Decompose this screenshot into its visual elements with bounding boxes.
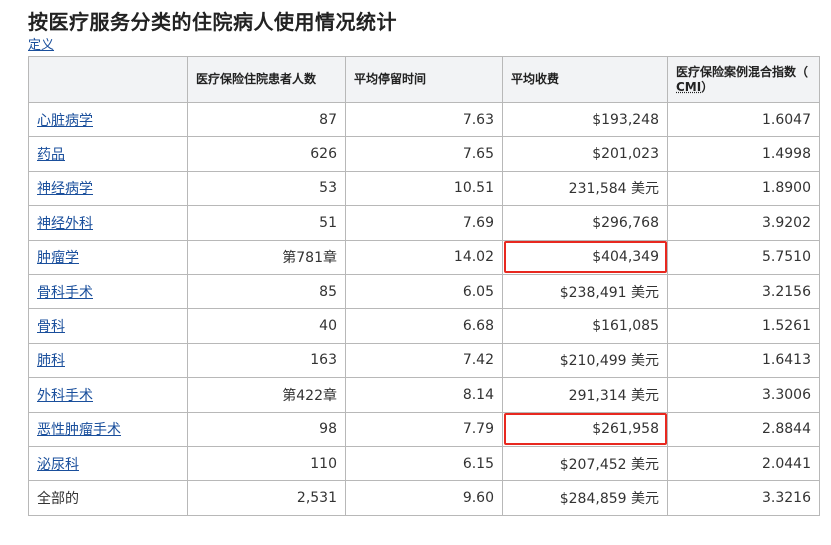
category-link[interactable]: 肺科: [37, 353, 65, 369]
category-cell: 心脏病学: [28, 101, 188, 138]
table-row: 神经外科 51 7.69 $296,768 3.9202: [28, 205, 820, 241]
utilization-table: 医疗保险住院患者人数 平均停留时间 平均收费 医疗保险案例混合指数（ CMI） 心…: [28, 56, 820, 516]
avg-charge-cell: 231,584 美元: [502, 170, 668, 207]
avg-charge-cell: $238,491 美元: [502, 273, 668, 310]
category-cell: 恶性肿瘤手术: [28, 411, 188, 447]
table-row: 恶性肿瘤手术 98 7.79 $261,958 2.8844: [28, 411, 820, 447]
avg-stay-cell: 7.63: [345, 101, 503, 138]
definition-link[interactable]: 定义: [28, 34, 54, 53]
patients-cell: 110: [187, 445, 346, 482]
category-cell: 骨科手术: [28, 273, 188, 310]
category-link[interactable]: 外科手术: [37, 388, 93, 404]
avg-stay-cell: 7.79: [345, 411, 503, 447]
cmi-cell: 1.4998: [667, 136, 820, 172]
table-row: 骨科手术 85 6.05 $238,491 美元 3.2156: [28, 273, 820, 310]
patients-cell: 85: [187, 273, 346, 310]
header-cmi-text: 医疗保险案例混合指数（: [676, 64, 809, 79]
category-cell: 肺科: [28, 342, 188, 379]
avg-charge-cell: $201,023: [502, 136, 668, 172]
table-row: 泌尿科 110 6.15 $207,452 美元 2.0441: [28, 445, 820, 482]
category-link[interactable]: 肿瘤学: [37, 250, 79, 266]
patients-cell: 51: [187, 205, 346, 241]
avg-stay-cell: 6.05: [345, 273, 503, 310]
table-row: 外科手术 第422章 8.14 291,314 美元 3.3006: [28, 377, 820, 413]
avg-charge-cell: $284,859 美元: [502, 480, 668, 516]
avg-stay-cell: 7.69: [345, 205, 503, 241]
category-cell: 药品: [28, 136, 188, 172]
patients-cell: 163: [187, 342, 346, 379]
header-avg-charge: 平均收费: [502, 56, 668, 103]
avg-stay-cell: 6.15: [345, 445, 503, 482]
header-patients: 医疗保险住院患者人数: [187, 56, 346, 103]
avg-charge-cell: 291,314 美元: [502, 377, 668, 413]
category-cell: 骨科: [28, 308, 188, 344]
patients-cell: 98: [187, 411, 346, 447]
category-total-label: 全部的: [37, 490, 79, 507]
patients-cell: 第422章: [187, 377, 346, 413]
avg-stay-cell: 14.02: [345, 239, 503, 275]
category-link[interactable]: 心脏病学: [37, 113, 93, 129]
category-cell: 全部的: [28, 480, 188, 516]
header-cmi-close: ）: [701, 79, 714, 94]
avg-stay-cell: 7.65: [345, 136, 503, 172]
cmi-cell: 3.9202: [667, 205, 820, 241]
avg-charge-cell: $193,248: [502, 101, 668, 138]
table-row: 肺科 163 7.42 $210,499 美元 1.6413: [28, 342, 820, 379]
category-cell: 神经外科: [28, 205, 188, 241]
header-avg-stay: 平均停留时间: [345, 56, 503, 103]
table-row: 骨科 40 6.68 $161,085 1.5261: [28, 308, 820, 344]
avg-charge-cell: $404,349: [502, 239, 668, 275]
patients-cell: 626: [187, 136, 346, 172]
table-row: 药品 626 7.65 $201,023 1.4998: [28, 136, 820, 172]
category-cell: 神经病学: [28, 170, 188, 207]
avg-charge-cell: $207,452 美元: [502, 445, 668, 482]
avg-charge-cell: $161,085: [502, 308, 668, 344]
patients-cell: 40: [187, 308, 346, 344]
category-link[interactable]: 骨科手术: [37, 285, 93, 301]
cmi-cell: 1.5261: [667, 308, 820, 344]
category-link[interactable]: 神经病学: [37, 181, 93, 197]
cmi-cell: 1.6413: [667, 342, 820, 379]
cmi-cell: 3.3216: [667, 480, 820, 516]
category-cell: 肿瘤学: [28, 239, 188, 275]
cmi-cell: 3.2156: [667, 273, 820, 310]
avg-charge-cell: $210,499 美元: [502, 342, 668, 379]
cmi-cell: 5.7510: [667, 239, 820, 275]
cmi-cell: 2.0441: [667, 445, 820, 482]
category-cell: 泌尿科: [28, 445, 188, 482]
avg-stay-cell: 8.14: [345, 377, 503, 413]
category-link[interactable]: 药品: [37, 147, 65, 163]
patients-cell: 87: [187, 101, 346, 138]
avg-stay-cell: 6.68: [345, 308, 503, 344]
category-cell: 外科手术: [28, 377, 188, 413]
patients-cell: 第781章: [187, 239, 346, 275]
cmi-cell: 2.8844: [667, 411, 820, 447]
category-link[interactable]: 恶性肿瘤手术: [37, 422, 121, 438]
table-row: 全部的 2,531 9.60 $284,859 美元 3.3216: [28, 480, 820, 516]
avg-stay-cell: 9.60: [345, 480, 503, 516]
category-link[interactable]: 神经外科: [37, 216, 93, 232]
page-title: 按医疗服务分类的住院病人使用情况统计: [28, 10, 397, 34]
header-category: [28, 56, 188, 103]
table-row: 肿瘤学 第781章 14.02 $404,349 5.7510: [28, 239, 820, 275]
table-row: 神经病学 53 10.51 231,584 美元 1.8900: [28, 170, 820, 207]
avg-stay-cell: 10.51: [345, 170, 503, 207]
avg-stay-cell: 7.42: [345, 342, 503, 379]
avg-charge-cell: $261,958: [502, 411, 668, 447]
cmi-cell: 1.8900: [667, 170, 820, 207]
cmi-cell: 3.3006: [667, 377, 820, 413]
header-cmi: 医疗保险案例混合指数（ CMI）: [667, 56, 820, 103]
cmi-abbreviation[interactable]: CMI: [676, 80, 701, 94]
category-link[interactable]: 骨科: [37, 319, 65, 335]
patients-cell: 2,531: [187, 480, 346, 516]
category-link[interactable]: 泌尿科: [37, 457, 79, 473]
avg-charge-cell: $296,768: [502, 205, 668, 241]
patients-cell: 53: [187, 170, 346, 207]
table-row: 心脏病学 87 7.63 $193,248 1.6047: [28, 101, 820, 138]
cmi-cell: 1.6047: [667, 101, 820, 138]
table-header-row: 医疗保险住院患者人数 平均停留时间 平均收费 医疗保险案例混合指数（ CMI）: [28, 56, 820, 103]
